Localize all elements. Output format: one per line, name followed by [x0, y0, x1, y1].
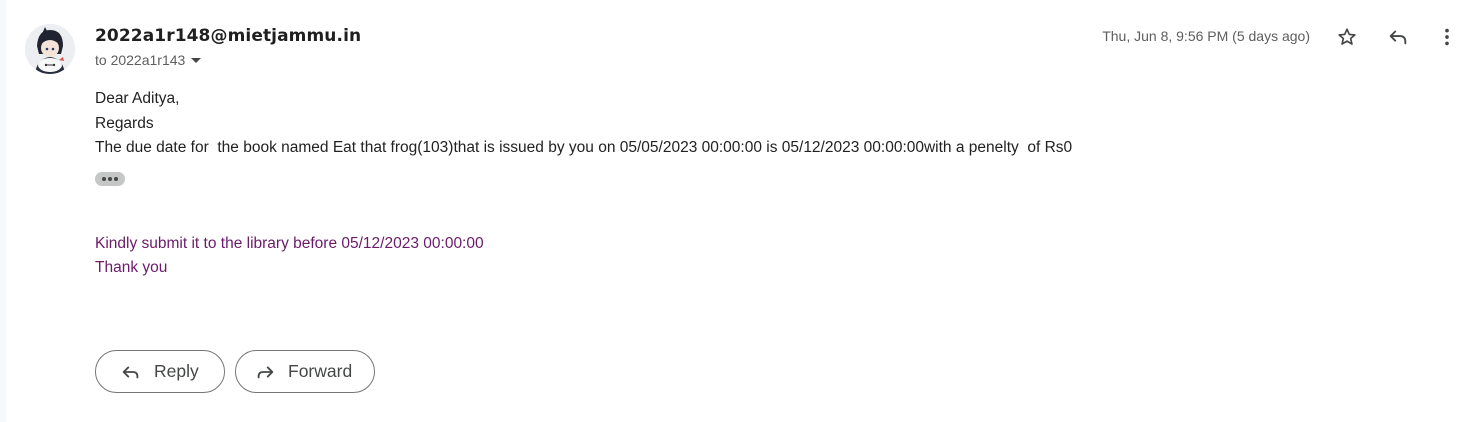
reply-button[interactable]: Reply [95, 350, 225, 393]
message-date: Thu, Jun 8, 9:56 PM (5 days ago) [1102, 28, 1310, 44]
reply-label: Reply [154, 361, 199, 381]
recipient-label: to 2022a1r143 [95, 52, 186, 68]
forward-button[interactable]: Forward [235, 350, 375, 393]
sender-email[interactable]: 2022a1r148@mietjammu.in [95, 26, 361, 46]
ellipsis-dot [114, 177, 118, 181]
more-options-button[interactable] [1433, 23, 1461, 51]
quoted-line: Thank you [95, 259, 168, 276]
quoted-line: Kindly submit it to the library before 0… [95, 235, 484, 252]
forward-icon [257, 366, 274, 378]
forward-label: Forward [288, 361, 353, 381]
quoted-text: Kindly submit it to the library before 0… [95, 232, 484, 280]
message-body: Dear Aditya, Regards The due date for th… [95, 87, 1072, 161]
ellipsis-dot [108, 177, 112, 181]
ellipsis-dot [102, 177, 106, 181]
recipient-details: to 2022a1r143 [95, 52, 202, 68]
left-margin [0, 0, 6, 422]
body-line: Regards [95, 114, 154, 132]
star-button[interactable] [1333, 23, 1361, 51]
body-line: Dear Aditya, [95, 90, 180, 107]
sender-avatar[interactable] [25, 24, 75, 74]
avatar-image [25, 24, 75, 74]
reply-icon [1389, 30, 1407, 45]
reply-icon [122, 366, 139, 378]
reply-icon-button[interactable] [1384, 23, 1412, 51]
show-details-dropdown-icon[interactable] [191, 57, 202, 63]
body-line: The due date for the book named Eat that… [95, 139, 1073, 156]
more-vert-icon [1445, 28, 1449, 46]
show-trimmed-content-button[interactable] [95, 172, 125, 186]
star-icon [1338, 28, 1356, 45]
